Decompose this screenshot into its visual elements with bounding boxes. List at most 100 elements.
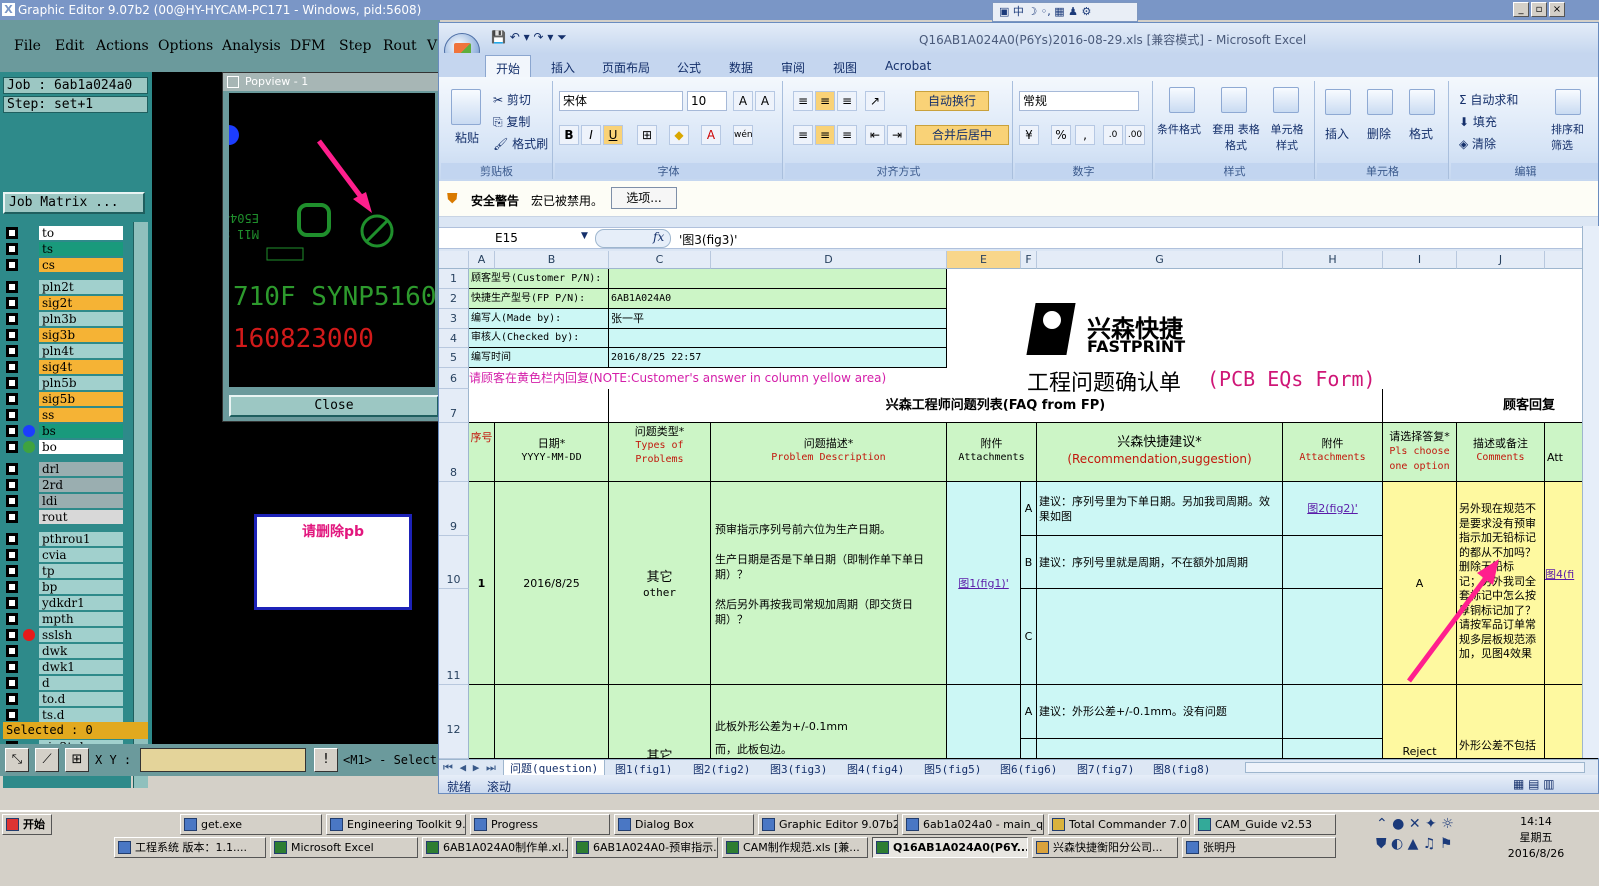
sort-filter-button[interactable]: 排序和筛选 (1551, 121, 1591, 153)
zoom-icon[interactable]: ⤡ (5, 748, 29, 772)
layer-row-rout[interactable]: rout (3, 510, 131, 524)
q1-suggestion-a[interactable]: 建议：序列号里为下单日期。另加我司周期。效果如图 (1037, 482, 1283, 536)
measure-icon[interactable]: ⟋ (35, 748, 59, 772)
layer-checkbox[interactable] (6, 259, 18, 271)
layer-checkbox[interactable] (6, 393, 18, 405)
col-header-a[interactable]: A (469, 251, 495, 269)
tab-formulas[interactable]: 公式 (677, 59, 701, 76)
layer-row-to[interactable]: to (3, 226, 131, 240)
decrease-decimal-icon[interactable]: .00 (1125, 125, 1145, 145)
row-header-10[interactable]: 10 (439, 536, 469, 589)
layer-checkbox[interactable] (6, 463, 18, 475)
view-buttons-icon[interactable]: ▦ ▤ ▥ (1513, 777, 1555, 791)
q2-type[interactable]: 其它 (609, 685, 711, 759)
table-format-icon[interactable] (1221, 87, 1247, 113)
menu-edit[interactable]: Edit (55, 38, 84, 54)
q1-attachment-link[interactable]: 图1(fig1)' (947, 482, 1021, 685)
popview-close-button[interactable]: Close (229, 395, 439, 417)
task-excel-3[interactable]: CAM制作规范.xls [兼... (722, 837, 868, 858)
task-main-qa[interactable]: 6ab1a024a0 - main_qa (902, 814, 1044, 835)
insert-cells-button[interactable]: 插入 (1325, 125, 1349, 142)
layer-checkbox[interactable] (6, 645, 18, 657)
layer-checkbox[interactable] (6, 613, 18, 625)
layer-checkbox[interactable] (6, 409, 18, 421)
layer-checkbox[interactable] (6, 565, 18, 577)
layer-checkbox[interactable] (6, 297, 18, 309)
row-header-3[interactable]: 3 (439, 309, 469, 329)
q1-attachment-a[interactable]: 图2(fig2)' (1283, 482, 1383, 536)
task-user[interactable]: 张明丹 (1182, 837, 1336, 858)
insert-cells-icon[interactable] (1325, 89, 1351, 115)
quick-access-toolbar[interactable]: 💾 ↶ ▾ ↷ ▾ ⏷ (491, 30, 567, 45)
tab-home[interactable]: 开始 (485, 55, 532, 77)
menu-options[interactable]: Options (158, 38, 213, 54)
shrink-font-icon[interactable]: A (755, 91, 775, 111)
maximize-button[interactable]: ▫ (1531, 2, 1547, 17)
q1-date[interactable]: 2016/8/25 (495, 482, 609, 685)
layer-checkbox[interactable] (6, 709, 18, 721)
layer-row-sig4t[interactable]: sig4t (3, 360, 131, 374)
q2-answer[interactable]: Reject (1383, 685, 1457, 759)
layer-row-dwk1[interactable]: dwk1 (3, 660, 131, 674)
layer-row-drl[interactable]: drl (3, 462, 131, 476)
layer-row-pln3b[interactable]: pln3b (3, 312, 131, 326)
grid-icon[interactable]: ⊞ (65, 748, 89, 772)
row-header-7[interactable]: 7 (439, 389, 469, 423)
worksheet-grid[interactable]: A B C D E F G H I J 1 2 3 4 5 6 7 8 9 10… (439, 251, 1598, 759)
q2-attachment[interactable] (947, 685, 1021, 759)
col-header-j[interactable]: J (1457, 251, 1545, 269)
ime-moon-icon[interactable]: ☽ ◦, ▦ ♟ ⚙ (1027, 5, 1091, 18)
tray-icons[interactable]: ⌃ ● ✕ ✦ ☼ ⛊ ◐ ▲ ♫ ⚑ (1376, 814, 1478, 858)
task-excel-1[interactable]: 6AB1A024A0制作单.xl... (422, 837, 568, 858)
layer-checkbox[interactable] (6, 281, 18, 293)
select-all-corner[interactable] (439, 251, 469, 269)
task-progress[interactable]: Progress (470, 814, 610, 835)
menu-analysis[interactable]: Analysis (222, 38, 281, 54)
options-button[interactable]: 选项... (611, 187, 677, 209)
ime-grid-icon[interactable]: ▣ (999, 5, 1009, 18)
fill-button[interactable]: ⬇ 填充 (1459, 113, 1497, 130)
ime-toolbar[interactable]: ▣ 中 ☽ ◦, ▦ ♟ ⚙ (992, 2, 1138, 22)
font-color-icon[interactable]: A (701, 125, 721, 145)
q2-suggestion-b[interactable] (1037, 739, 1283, 759)
layer-row-pln4t[interactable]: pln4t (3, 344, 131, 358)
layer-checkbox[interactable] (6, 377, 18, 389)
conditional-format-icon[interactable] (1169, 87, 1195, 113)
layer-checkbox[interactable] (6, 533, 18, 545)
menu-step[interactable]: Step (339, 38, 371, 54)
row-header-2[interactable]: 2 (439, 289, 469, 309)
checked-by-value[interactable] (609, 329, 947, 348)
alert-icon[interactable]: ! (314, 748, 338, 772)
layer-checkbox[interactable] (6, 227, 18, 239)
row-header-5[interactable]: 5 (439, 348, 469, 368)
task-get-exe[interactable]: get.exe (180, 814, 322, 835)
horizontal-scrollbar[interactable] (1245, 762, 1585, 773)
q1-seq[interactable]: 1 (469, 482, 495, 685)
menu-rout[interactable]: Rout (383, 38, 417, 54)
layer-checkbox[interactable] (6, 629, 18, 641)
currency-icon[interactable]: ¥ (1019, 125, 1039, 145)
menu-dfm[interactable]: DFM (290, 38, 325, 54)
layer-row-ydkdr1[interactable]: ydkdr1 (3, 596, 131, 610)
task-excel-2[interactable]: 6AB1A024A0-预审指示... (572, 837, 718, 858)
layer-row-sig5b[interactable]: sig5b (3, 392, 131, 406)
layer-checkbox[interactable] (6, 425, 18, 437)
col-header-d[interactable]: D (711, 251, 947, 269)
paste-button[interactable]: 粘贴 (455, 129, 479, 146)
fill-color-icon[interactable]: ◆ (669, 125, 689, 145)
clear-button[interactable]: ◈ 清除 (1459, 135, 1496, 152)
layer-row-ts[interactable]: ts (3, 242, 131, 256)
q2-suggestion-a[interactable]: 建议：外形公差+/-0.1mm。没有问题 (1037, 685, 1283, 739)
row-header-1[interactable]: 1 (439, 269, 469, 289)
layer-row-bo[interactable]: bo (3, 440, 131, 454)
layer-checkbox[interactable] (6, 329, 18, 341)
layer-row-pln5b[interactable]: pln5b (3, 376, 131, 390)
menu-actions[interactable]: Actions (96, 38, 149, 54)
align-left-icon[interactable]: ≡ (793, 125, 813, 145)
layer-row-ldi[interactable]: ldi (3, 494, 131, 508)
minimize-button[interactable]: _ (1513, 2, 1529, 17)
increase-decimal-icon[interactable]: .0 (1103, 125, 1123, 145)
format-cells-button[interactable]: 格式 (1409, 125, 1433, 142)
job-matrix-button[interactable]: Job Matrix ... (3, 192, 145, 214)
number-format-select[interactable]: 常规 (1019, 91, 1139, 111)
